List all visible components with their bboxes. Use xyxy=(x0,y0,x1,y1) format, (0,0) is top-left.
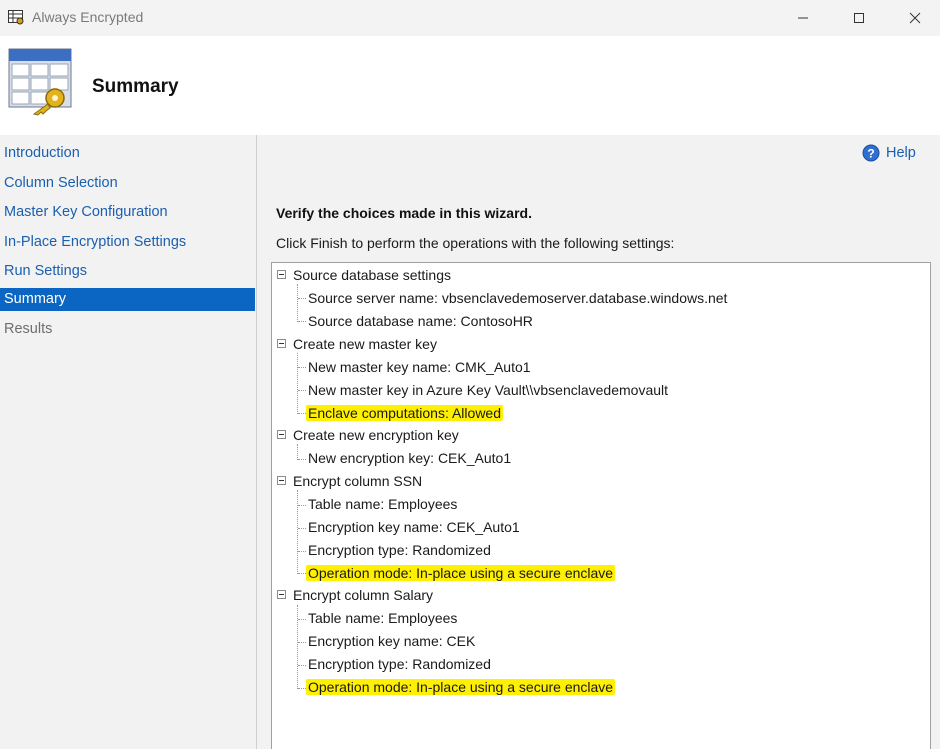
summary-tree[interactable]: Source database settings Source server n… xyxy=(271,262,931,749)
wizard-sidebar: Introduction Column Selection Master Key… xyxy=(0,135,257,749)
tree-group-label: Create new master key xyxy=(293,336,437,352)
title-bar: Always Encrypted xyxy=(0,0,940,36)
tree-group-label: Source database settings xyxy=(293,267,451,283)
sidebar-item-in-place-encryption-settings[interactable]: In-Place Encryption Settings xyxy=(0,231,255,254)
tree-item: Encryption type: Randomized xyxy=(308,542,491,558)
tree-item: New encryption key: CEK_Auto1 xyxy=(308,450,512,466)
app-icon xyxy=(8,10,24,25)
tree-item-highlighted: Enclave computations: Allowed xyxy=(306,402,503,424)
highlighted-text: Enclave computations: Allowed xyxy=(306,405,503,421)
collapse-icon[interactable] xyxy=(277,430,286,439)
summary-heading: Verify the choices made in this wizard. xyxy=(276,205,532,221)
tree-item: Table name: Employees xyxy=(308,496,458,512)
sidebar-item-master-key-configuration[interactable]: Master Key Configuration xyxy=(0,201,255,224)
highlighted-text: Operation mode: In-place using a secure … xyxy=(306,679,616,695)
tree-item: New master key name: CMK_Auto1 xyxy=(308,359,531,375)
tree-item: Source server name: vbsenclavedemoserver… xyxy=(308,290,728,306)
tree-item: Source database name: ContosoHR xyxy=(308,313,533,329)
tree-item: Encryption type: Randomized xyxy=(308,656,491,672)
tree-group-encrypt-column-salary[interactable]: Encrypt column Salary xyxy=(277,584,434,606)
svg-text:?: ? xyxy=(867,147,874,161)
tree-item: Encryption key name: CEK_Auto1 xyxy=(308,519,520,535)
collapse-icon[interactable] xyxy=(277,476,286,485)
collapse-icon[interactable] xyxy=(277,339,286,348)
help-icon: ? xyxy=(862,144,880,162)
window-title: Always Encrypted xyxy=(32,9,144,25)
maximize-button[interactable] xyxy=(836,0,882,36)
sidebar-item-summary[interactable]: Summary xyxy=(0,288,255,311)
summary-instructions: Click Finish to perform the operations w… xyxy=(276,235,675,251)
content-panel: ? Help Verify the choices made in this w… xyxy=(257,135,940,749)
tree-group-create-new-master-key[interactable]: Create new master key xyxy=(277,333,437,355)
tree-group-label: Create new encryption key xyxy=(293,427,459,443)
tree-item: Table name: Employees xyxy=(308,610,458,626)
encrypted-table-key-icon xyxy=(8,48,72,116)
sidebar-item-results: Results xyxy=(4,321,53,337)
tree-group-label: Encrypt column Salary xyxy=(293,587,434,603)
tree-item-highlighted: Operation mode: In-place using a secure … xyxy=(306,676,616,698)
sidebar-item-column-selection[interactable]: Column Selection xyxy=(0,172,255,195)
minimize-icon xyxy=(798,17,808,19)
tree-group-create-new-encryption-key[interactable]: Create new encryption key xyxy=(277,424,459,446)
close-icon xyxy=(909,12,921,24)
close-button[interactable] xyxy=(892,0,938,36)
page-title: Summary xyxy=(92,76,179,97)
maximize-icon xyxy=(854,13,864,23)
tree-group-label: Encrypt column SSN xyxy=(293,473,423,489)
sidebar-item-introduction[interactable]: Introduction xyxy=(0,142,255,165)
wizard-header: Summary xyxy=(0,36,940,135)
tree-item-highlighted: Operation mode: In-place using a secure … xyxy=(306,562,616,584)
tree-item: New master key in Azure Key Vault\\vbsen… xyxy=(308,382,669,398)
help-label: Help xyxy=(886,145,916,161)
help-link[interactable]: ? Help xyxy=(862,144,916,162)
collapse-icon[interactable] xyxy=(277,590,286,599)
minimize-button[interactable] xyxy=(780,0,826,36)
tree-group-encrypt-column-ssn[interactable]: Encrypt column SSN xyxy=(277,470,423,492)
tree-group-source-database-settings[interactable]: Source database settings xyxy=(277,264,451,286)
highlighted-text: Operation mode: In-place using a secure … xyxy=(306,565,616,581)
collapse-icon[interactable] xyxy=(277,270,286,279)
sidebar-item-run-settings[interactable]: Run Settings xyxy=(0,260,255,283)
tree-item: Encryption key name: CEK xyxy=(308,633,476,649)
